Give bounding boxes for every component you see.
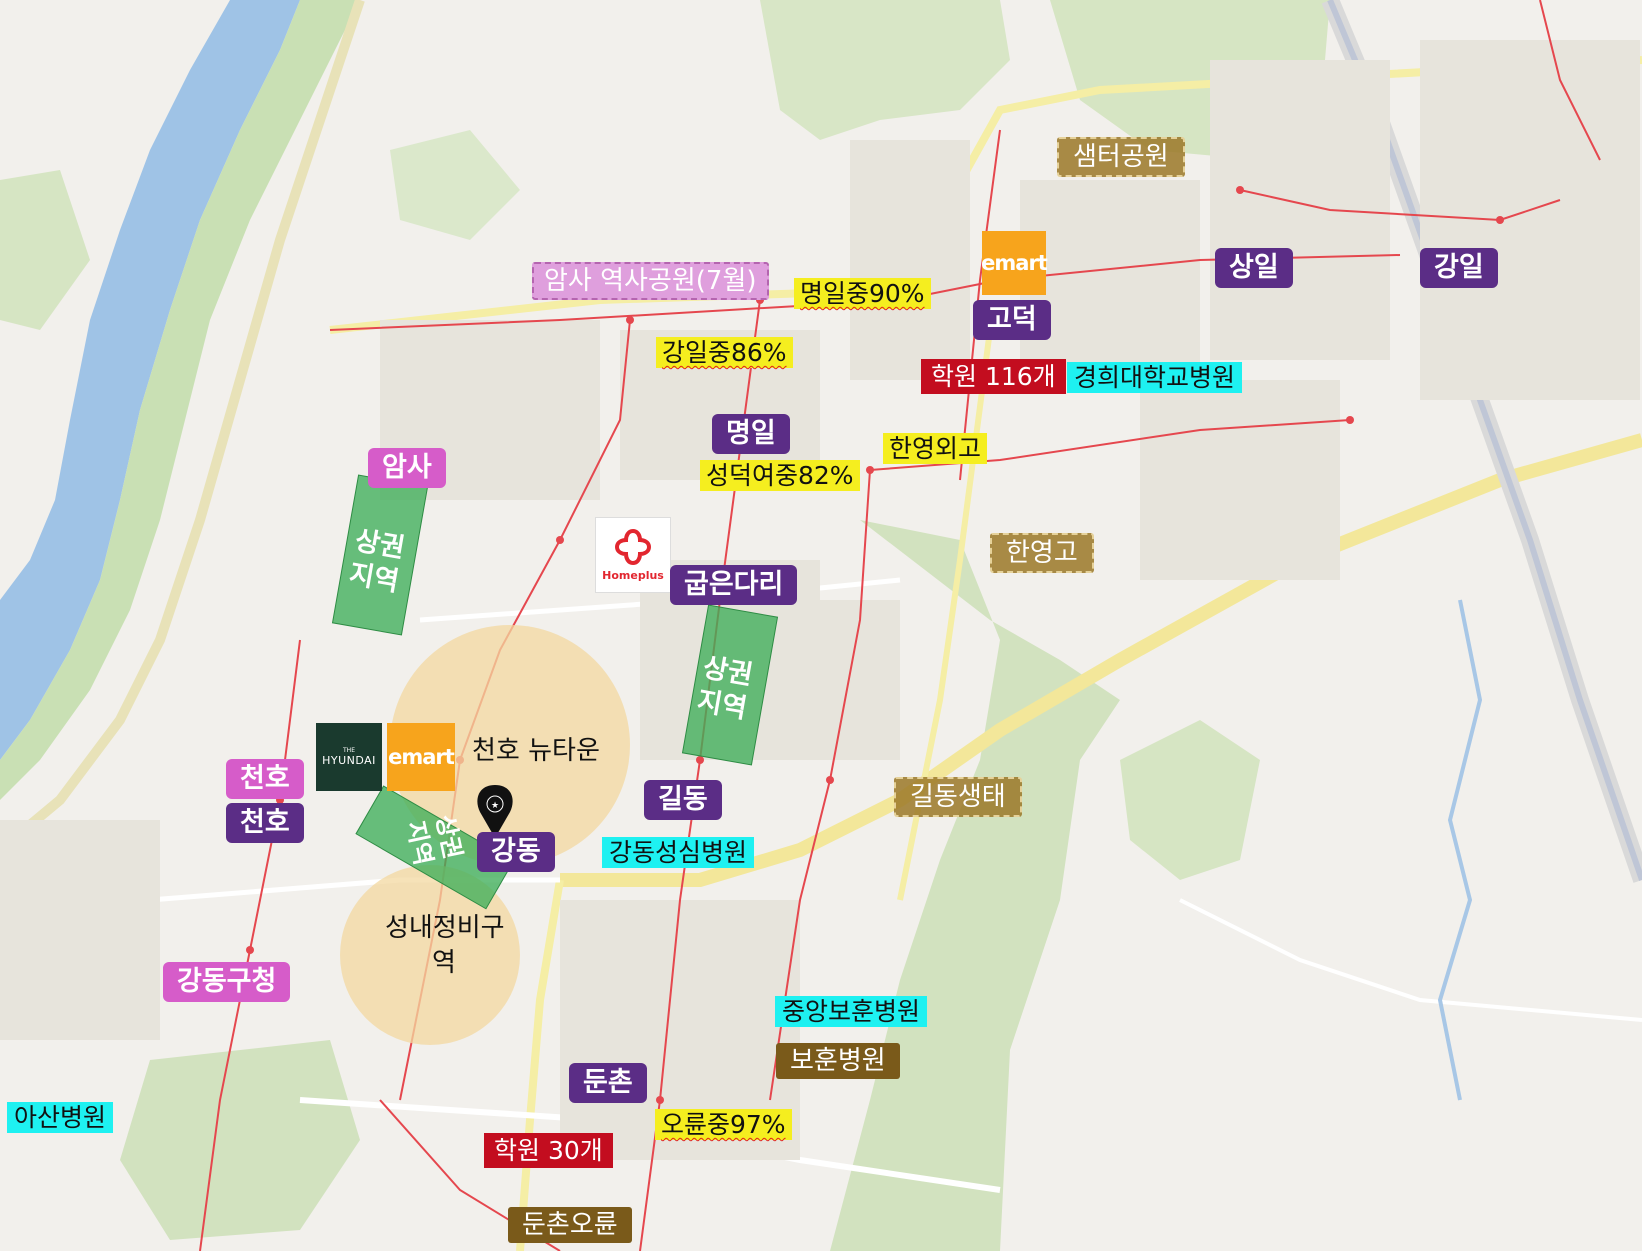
hyundai-logo-small: THE [343,747,355,754]
hyundai-department-logo[interactable]: THE HYUNDAI [316,723,382,791]
academy-count-30[interactable]: 학원 30개 [484,1133,613,1168]
emart-logo-cheonho[interactable]: emart [387,723,455,791]
school-myeongil-middle[interactable]: 명일중90% [794,278,931,309]
homeplus-logo-text: Homeplus [602,569,664,582]
hospital-asan[interactable]: 아산병원 [7,1102,114,1133]
emart-logo-text: emart [981,251,1048,275]
station-amsa[interactable]: 암사 [368,448,446,488]
hyundai-logo-big: HYUNDAI [322,754,376,767]
emart-logo-godeok[interactable]: emart [981,231,1048,295]
station-godeok[interactable]: 고덕 [973,300,1051,340]
station-myeongil[interactable]: 명일 [712,414,790,454]
homeplus-icon [614,528,652,566]
school-hanyoung-foreign[interactable]: 한영외고 [883,433,988,464]
station-gangil[interactable]: 강일 [1420,248,1498,288]
school-label: 한영외고 [889,434,982,463]
station-gildong[interactable]: 길동 [644,780,722,820]
station-samil[interactable]: 상일 [1215,248,1293,288]
station-gubeundari[interactable]: 굽은다리 [670,565,798,605]
school-label: 성덕여중82% [706,461,854,490]
park-saemteo[interactable]: 샘터공원 [1057,137,1185,177]
landmark-bohun-hospital[interactable]: 보훈병원 [776,1043,900,1079]
station-gangdong-gucheong[interactable]: 강동구청 [163,962,291,1002]
hospital-jungang-bohun[interactable]: 중앙보훈병원 [775,996,928,1027]
hospital-kyunghee[interactable]: 경희대학교병원 [1067,362,1243,393]
seongnae-redevelopment-label-2: 역 [432,948,456,978]
landmark-hanyoung-high[interactable]: 한영고 [990,533,1094,573]
cheonho-newtown-label: 천호 뉴타운 [472,736,600,766]
homeplus-logo[interactable]: Homeplus [595,517,671,593]
school-label: 명일중90% [800,279,925,308]
station-dunchon[interactable]: 둔촌 [569,1063,647,1103]
station-cheonho-line8[interactable]: 천호 [226,803,304,843]
station-cheonho-line5[interactable]: 천호 [226,759,304,799]
park-gildong-eco[interactable]: 길동생태 [894,777,1022,817]
school-oryun-middle[interactable]: 오륜중97% [655,1109,792,1140]
school-seongdeok-girls[interactable]: 성덕여중82% [700,460,860,491]
seongnae-redevelopment-label-1: 성내정비구 [385,913,505,943]
school-label: 오륜중97% [661,1110,786,1139]
svg-text:★: ★ [491,801,499,811]
academy-count-116[interactable]: 학원 116개 [921,359,1066,394]
hospital-gangdong-seongsim[interactable]: 강동성심병원 [602,837,755,868]
school-label: 강일중86% [662,338,787,367]
park-amsa-historic[interactable]: 암사 역사공원(7월) [532,262,769,300]
station-gangdong[interactable]: 강동 [477,832,555,872]
school-gangil-middle[interactable]: 강일중86% [656,337,793,368]
landmark-dunchon-oryun[interactable]: 둔촌오륜 [508,1207,632,1243]
emart-logo-text: emart [388,745,455,769]
